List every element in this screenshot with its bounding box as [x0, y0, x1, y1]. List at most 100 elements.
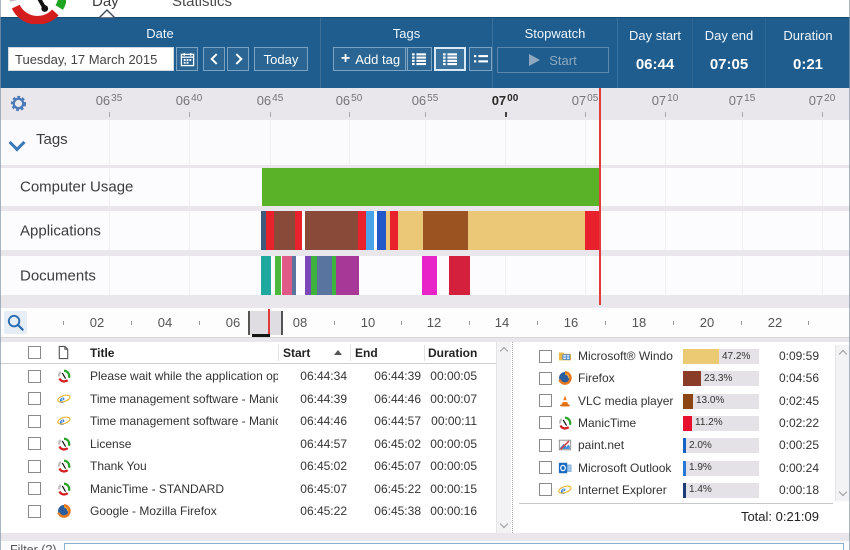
activity-table-header: Title Start End Duration — [0, 342, 496, 364]
activity-row[interactable]: Time management software - Manic 06:44:46… — [0, 410, 496, 433]
manictime-icon — [57, 459, 71, 473]
view-mode-list-button[interactable] — [405, 47, 432, 71]
timeline-segment[interactable] — [261, 256, 271, 295]
activity-row[interactable]: Google - Mozilla Firefox 06:45:22 06:45:38… — [0, 500, 496, 523]
hour-label: 14 — [494, 315, 510, 330]
row-checkbox[interactable] — [28, 437, 41, 450]
next-day-button[interactable] — [227, 47, 249, 71]
selection-right-handle[interactable] — [281, 311, 283, 335]
timeline-segment[interactable] — [282, 256, 292, 295]
summary-row[interactable]: Firefox 23.3% 0:04:56 — [513, 367, 833, 389]
summary-row[interactable]: Microsoft Outlook 1.9% 0:00:24 — [513, 457, 833, 479]
row-checkbox[interactable] — [539, 483, 552, 497]
filter-input[interactable] — [64, 543, 844, 550]
scroll-up-icon[interactable] — [838, 349, 848, 359]
activity-end: 06:45:07 — [374, 459, 421, 473]
view-mode-compact-button[interactable] — [469, 47, 492, 71]
timeline-segment[interactable] — [305, 211, 358, 250]
timeline-segment[interactable] — [358, 211, 366, 250]
row-checkbox[interactable] — [539, 349, 552, 363]
activity-start: 06:44:39 — [300, 391, 347, 406]
app-name: paint.net — [578, 438, 625, 453]
row-checkbox[interactable] — [28, 459, 41, 473]
selection-left-handle[interactable] — [248, 311, 250, 335]
timeline-segment[interactable] — [295, 211, 302, 250]
summary-rows: Microsoft® Windo 47.2% 0:09:59 Firefox 23.3%… — [513, 345, 833, 503]
tab-statistics[interactable]: Statistics — [172, 0, 232, 10]
add-tag-button[interactable]: + Add tag — [333, 47, 408, 71]
chevron-right-icon — [230, 53, 243, 65]
time-tick-mark — [505, 112, 507, 117]
row-checkbox[interactable] — [28, 504, 41, 518]
scroll-down-icon[interactable] — [499, 519, 509, 529]
activity-row[interactable]: License 06:44:57 06:45:02 00:00:05 — [0, 433, 496, 456]
row-checkbox[interactable] — [28, 392, 41, 405]
timeline-segment[interactable] — [422, 256, 437, 295]
play-icon — [529, 54, 541, 66]
hour-label: 06 — [225, 315, 241, 330]
summary-row[interactable]: VLC media player 13.0% 0:02:45 — [513, 390, 833, 412]
duration-stat: Duration 0:21 — [766, 18, 850, 88]
row-checkbox[interactable] — [539, 371, 552, 385]
summary-row[interactable]: Internet Explorer 1.4% 0:00:18 — [513, 479, 833, 501]
row-checkbox[interactable] — [28, 482, 41, 495]
activity-scrollbar[interactable] — [496, 342, 511, 533]
gear-icon[interactable] — [9, 94, 28, 113]
date-input[interactable] — [8, 47, 174, 71]
ruler-selection[interactable] — [250, 311, 281, 335]
divider-strip — [0, 533, 850, 541]
activity-row[interactable]: Thank You 06:45:02 06:45:07 00:00:05 — [0, 455, 496, 478]
column-header-title[interactable]: Title — [90, 342, 114, 364]
timeline-segment[interactable] — [449, 256, 470, 295]
summary-scrollbar[interactable] — [835, 345, 849, 501]
calendar-button[interactable] — [176, 47, 198, 71]
row-checkbox[interactable] — [539, 461, 552, 474]
activity-row[interactable]: ManicTime - STANDARD 06:45:07 06:45:22 00:0… — [0, 478, 496, 501]
gridline — [425, 120, 426, 165]
timeline-segment[interactable] — [292, 256, 296, 295]
stopwatch-start-button[interactable]: Start — [497, 47, 609, 73]
today-button[interactable]: Today — [254, 47, 308, 71]
magnifier-icon[interactable] — [4, 311, 27, 334]
row-checkbox[interactable] — [539, 438, 552, 452]
column-header-end[interactable]: End — [355, 342, 378, 364]
timeline-group-row: Tags — [0, 120, 850, 165]
app-duration: 0:04:56 — [778, 371, 819, 386]
timeline-segment[interactable] — [266, 211, 274, 250]
previous-day-button[interactable] — [203, 47, 225, 71]
row-checkbox[interactable] — [539, 416, 552, 430]
view-mode-detail-button-selected[interactable] — [434, 47, 466, 71]
summary-row[interactable]: paint.net 2.0% 0:00:25 — [513, 434, 833, 456]
summary-row[interactable]: Microsoft® Windo 47.2% 0:09:59 — [513, 345, 833, 367]
time-tick-mark — [109, 112, 110, 117]
ie-icon — [57, 392, 71, 406]
timeline-segment[interactable] — [423, 211, 468, 250]
summary-row[interactable]: ManicTime 11.2% 0:02:22 — [513, 412, 833, 434]
select-all-checkbox[interactable] — [28, 346, 41, 359]
activity-row[interactable]: Please wait while the application ope 06:… — [0, 365, 496, 388]
timeline-segment[interactable] — [274, 211, 295, 250]
activity-row[interactable]: Time management software - Manic 06:44:39… — [0, 388, 496, 411]
column-header-duration[interactable]: Duration — [428, 342, 477, 364]
activity-end: 06:44:57 — [374, 414, 421, 428]
timeline-segment[interactable] — [585, 211, 600, 250]
timeline-segment[interactable] — [366, 211, 374, 250]
timeline-segment[interactable] — [390, 211, 398, 250]
timeline-segment[interactable] — [317, 256, 332, 295]
timeline-segment[interactable] — [262, 168, 600, 206]
timeline-segment[interactable] — [275, 256, 281, 295]
timeline-segment[interactable] — [398, 211, 423, 250]
hour-label: 18 — [631, 315, 647, 330]
timeline-segment[interactable] — [336, 256, 359, 295]
activity-end: 06:45:22 — [374, 481, 421, 496]
column-header-start[interactable]: Start — [283, 342, 310, 364]
row-checkbox[interactable] — [28, 414, 41, 428]
activity-start: 06:45:07 — [300, 481, 347, 496]
scroll-up-icon[interactable] — [499, 346, 509, 356]
scroll-down-icon[interactable] — [838, 487, 848, 497]
timeline-segment[interactable] — [468, 211, 585, 250]
row-checkbox[interactable] — [539, 394, 552, 408]
row-checkbox[interactable] — [28, 369, 41, 383]
hour-ruler[interactable]: 02 04 06 08 10 12 14 16 18 20 22 — [0, 308, 850, 338]
timeline-segment[interactable] — [377, 211, 386, 250]
